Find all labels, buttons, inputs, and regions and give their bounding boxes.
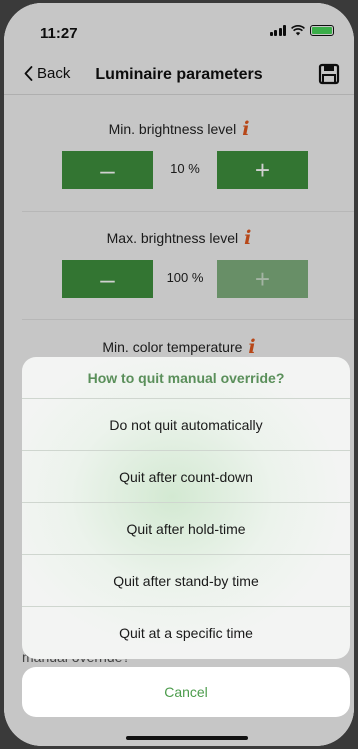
option-quit-after-count-down[interactable]: Quit after count-down	[22, 451, 350, 503]
quit-override-action-sheet: How to quit manual override? Do not quit…	[22, 357, 350, 659]
option-quit-after-hold-time[interactable]: Quit after hold-time	[22, 503, 350, 555]
action-sheet-title: How to quit manual override?	[22, 357, 350, 399]
home-indicator	[126, 736, 248, 740]
option-do-not-quit[interactable]: Do not quit automatically	[22, 399, 350, 451]
option-quit-at-specific-time[interactable]: Quit at a specific time	[22, 607, 350, 659]
cancel-button[interactable]: Cancel	[22, 667, 350, 717]
phone-frame: 11:27 Back	[4, 3, 354, 746]
option-quit-after-stand-by-time[interactable]: Quit after stand-by time	[22, 555, 350, 607]
screen: 11:27 Back	[4, 3, 354, 746]
